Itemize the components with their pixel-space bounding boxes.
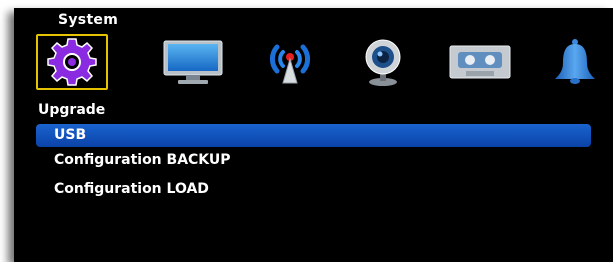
tab-camera[interactable]: [354, 34, 412, 90]
cassette-icon: [448, 42, 512, 82]
antenna-icon: [255, 37, 325, 87]
tab-network[interactable]: [254, 34, 326, 90]
category-icon-bar: [36, 34, 613, 96]
monitor-icon: [162, 39, 224, 85]
gear-icon: [44, 37, 100, 87]
section-title-upgrade: Upgrade: [38, 102, 106, 118]
webcam-icon: [358, 37, 408, 87]
upgrade-menu-list: USB Configuration BACKUP Configuration L…: [36, 124, 591, 207]
page-title: System: [58, 12, 119, 28]
tab-record[interactable]: [446, 34, 514, 90]
tab-system[interactable]: [36, 34, 108, 90]
system-menu-window: System Upgrade USB Configuration BACKUP …: [14, 8, 613, 262]
menu-item-configuration-backup[interactable]: Configuration BACKUP: [36, 149, 591, 172]
menu-item-usb[interactable]: USB: [36, 124, 591, 147]
tab-alarm[interactable]: [548, 34, 602, 90]
menu-item-configuration-load[interactable]: Configuration LOAD: [36, 178, 591, 201]
tab-display[interactable]: [158, 34, 228, 90]
bell-icon: [551, 37, 599, 87]
